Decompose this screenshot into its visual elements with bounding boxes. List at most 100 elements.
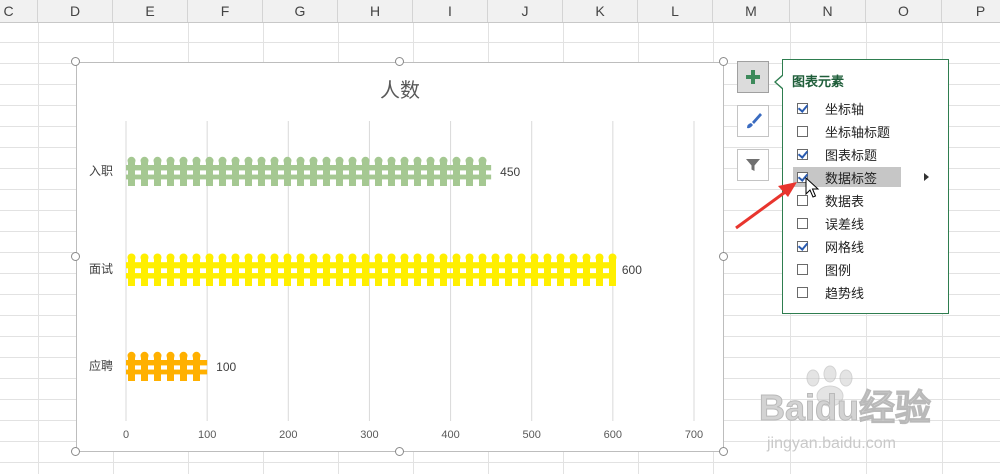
fence-picket bbox=[245, 161, 252, 186]
column-header-m[interactable]: M bbox=[713, 0, 790, 22]
option-chart-title[interactable]: 图表标题 bbox=[793, 144, 903, 164]
fence-picket bbox=[362, 258, 369, 286]
checkbox-error-bars[interactable] bbox=[797, 217, 808, 229]
column-header-p[interactable]: P bbox=[942, 0, 1000, 22]
fence-picket bbox=[128, 258, 135, 286]
checkbox-data-labels[interactable] bbox=[797, 171, 808, 183]
column-header-f[interactable]: F bbox=[188, 0, 263, 22]
checkbox-trendline[interactable] bbox=[797, 286, 808, 298]
column-header-n[interactable]: N bbox=[790, 0, 866, 22]
option-gridlines[interactable]: 网格线 bbox=[793, 236, 903, 256]
chart-elements-button[interactable] bbox=[737, 61, 769, 93]
fence-picket-top bbox=[283, 156, 292, 165]
fence-picket-top bbox=[192, 351, 201, 360]
fence-picket-top bbox=[335, 253, 344, 262]
checkbox-axes[interactable] bbox=[797, 102, 808, 114]
fence-picket bbox=[310, 258, 317, 286]
column-header-g[interactable]: G bbox=[263, 0, 338, 22]
fence-picket-top bbox=[205, 156, 214, 165]
fence-picket bbox=[479, 161, 486, 186]
fence-picket bbox=[206, 258, 213, 286]
fence-picket bbox=[141, 258, 148, 286]
plus-icon bbox=[746, 70, 760, 84]
fence-picket bbox=[154, 356, 161, 381]
fence-picket bbox=[297, 161, 304, 186]
checkbox-axis-titles[interactable] bbox=[797, 125, 808, 137]
fence-picket-top bbox=[153, 351, 162, 360]
fence-picket-top bbox=[322, 156, 331, 165]
fence-picket-top bbox=[491, 253, 500, 262]
checkbox-chart-title[interactable] bbox=[797, 148, 808, 160]
resize-handle-bottom-right[interactable] bbox=[719, 447, 728, 456]
resize-handle-top[interactable] bbox=[395, 57, 404, 66]
fence-picket bbox=[232, 161, 239, 186]
fence-picket-top bbox=[179, 351, 188, 360]
fence-picket-top bbox=[140, 156, 149, 165]
fence-picket bbox=[531, 258, 538, 286]
column-header-c[interactable]: C bbox=[0, 0, 38, 22]
fence-picket bbox=[453, 161, 460, 186]
column-header-d[interactable]: D bbox=[38, 0, 113, 22]
resize-handle-right[interactable] bbox=[719, 252, 728, 261]
fence-picket bbox=[375, 161, 382, 186]
fence-picket bbox=[271, 161, 278, 186]
x-tick-label: 300 bbox=[360, 429, 378, 441]
option-axes[interactable]: 坐标轴 bbox=[793, 98, 903, 118]
column-header-k[interactable]: K bbox=[563, 0, 638, 22]
option-legend[interactable]: 图例 bbox=[793, 259, 903, 279]
option-label: 坐标轴标题 bbox=[825, 125, 891, 141]
option-error-bars[interactable]: 误差线 bbox=[793, 213, 903, 233]
column-header-e[interactable]: E bbox=[113, 0, 188, 22]
checkbox-legend[interactable] bbox=[797, 263, 808, 275]
column-header-o[interactable]: O bbox=[866, 0, 942, 22]
column-header-l[interactable]: L bbox=[638, 0, 713, 22]
fence-picket-top bbox=[153, 156, 162, 165]
column-header-i[interactable]: I bbox=[413, 0, 488, 22]
fence-picket bbox=[453, 258, 460, 286]
fence-picket-top bbox=[582, 253, 591, 262]
filter-icon bbox=[746, 159, 760, 171]
fence-picket bbox=[154, 161, 161, 186]
fence-picket bbox=[141, 356, 148, 381]
fence-picket bbox=[427, 258, 434, 286]
fence-picket-top bbox=[244, 253, 253, 262]
fence-picket bbox=[466, 258, 473, 286]
chart-filters-button[interactable] bbox=[737, 149, 769, 181]
x-tick-label: 200 bbox=[279, 429, 297, 441]
fence-picket-top bbox=[153, 253, 162, 262]
resize-handle-bottom[interactable] bbox=[395, 447, 404, 456]
fence-picket-top bbox=[439, 156, 448, 165]
resize-handle-left[interactable] bbox=[71, 252, 80, 261]
fence-picket-top bbox=[309, 253, 318, 262]
column-header-h[interactable]: H bbox=[338, 0, 413, 22]
checkbox-gridlines[interactable] bbox=[797, 240, 808, 252]
watermark-brand: Baidu经验 bbox=[759, 387, 931, 428]
checkbox-data-table[interactable] bbox=[797, 194, 808, 206]
fence-picket-top bbox=[426, 156, 435, 165]
chart-styles-button[interactable] bbox=[737, 105, 769, 137]
option-trendline[interactable]: 趋势线 bbox=[793, 282, 903, 302]
option-data-table[interactable]: 数据表 bbox=[793, 190, 903, 210]
column-header-j[interactable]: J bbox=[488, 0, 563, 22]
fence-picket-top bbox=[413, 156, 422, 165]
fence-picket-top bbox=[296, 156, 305, 165]
fence-picket-top bbox=[270, 156, 279, 165]
fence-picket bbox=[414, 161, 421, 186]
fence-picket bbox=[154, 258, 161, 286]
submenu-arrow-icon[interactable] bbox=[924, 173, 929, 181]
option-axis-titles[interactable]: 坐标轴标题 bbox=[793, 121, 903, 141]
fence-picket bbox=[596, 258, 603, 286]
fence-picket-top bbox=[231, 253, 240, 262]
x-tick-label: 100 bbox=[198, 429, 216, 441]
fence-picket bbox=[310, 161, 317, 186]
category-label: 面试 bbox=[89, 261, 113, 276]
resize-handle-top-right[interactable] bbox=[719, 57, 728, 66]
resize-handle-bottom-left[interactable] bbox=[71, 447, 80, 456]
resize-handle-top-left[interactable] bbox=[71, 57, 80, 66]
fence-picket bbox=[271, 258, 278, 286]
chart-area[interactable]: 人数 0 100 200 300 400 500 600 700 入职 450 面试 600 应聘 100 bbox=[76, 62, 724, 452]
column-header-row[interactable]: CDEFGHIJKLMNOP bbox=[0, 0, 1000, 23]
option-data-labels[interactable]: 数据标签 bbox=[793, 167, 901, 187]
fence-picket-top bbox=[140, 351, 149, 360]
fence-picket-top bbox=[400, 253, 409, 262]
